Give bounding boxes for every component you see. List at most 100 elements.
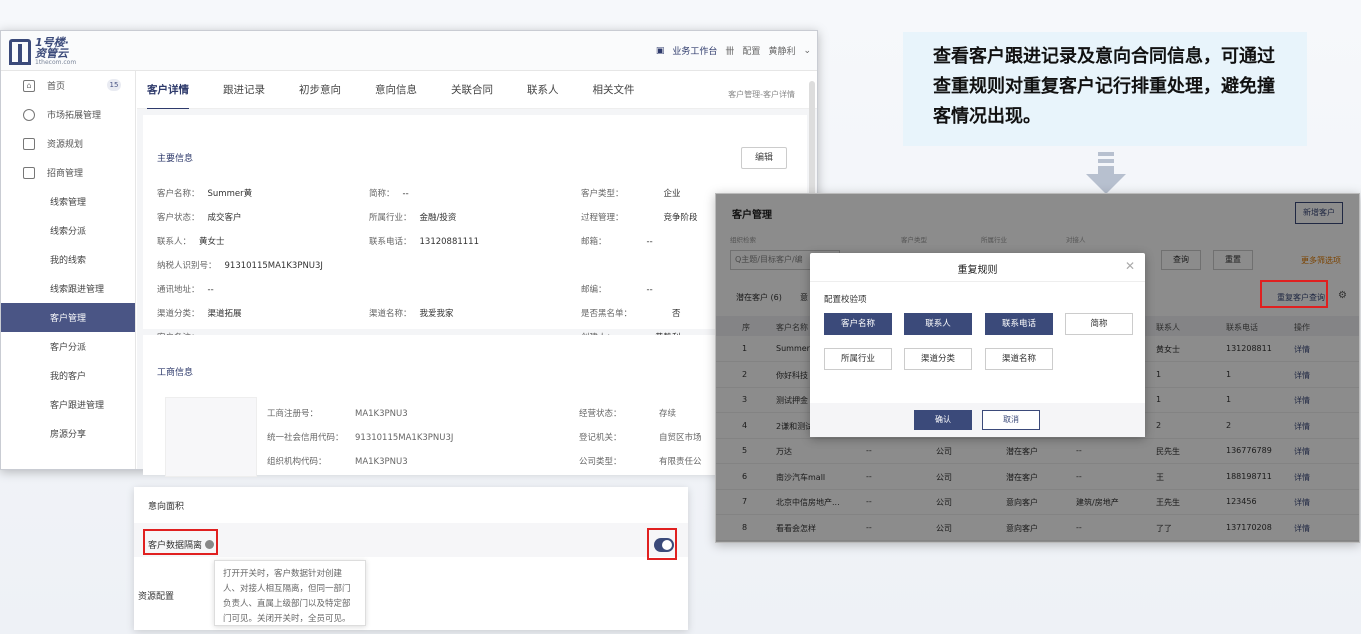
- sidebar-item-label: 市场拓展管理: [47, 111, 102, 121]
- cancel-button[interactable]: 取消: [982, 410, 1040, 430]
- field-value: 91310115MA1K3PNU3J: [355, 433, 454, 443]
- rule-chip[interactable]: 渠道名称: [985, 348, 1053, 370]
- config-link[interactable]: 配置: [742, 44, 760, 57]
- sidebar-subitem[interactable]: 客户跟进管理: [1, 390, 135, 419]
- duplicate-rule-modal: 重复规则 ✕ 配置校验项 客户名称 联系人 联系电话 简称 所属行业 渠道分类 渠道名称 确…: [810, 253, 1145, 437]
- field: 统一社会信用代码： 91310115MA1K3PNU3J: [267, 431, 453, 443]
- customer-detail-window: 1号楼· 资管云 1thecom.com ▣ 业务工作台 卌 配置 黄静利 ⌄ …: [0, 30, 818, 477]
- sidebar: ⌂ 首页 15 市场拓展管理 资源规划 招商管理 线索管理 线索分派 我的线索 线索跟进管…: [1, 71, 136, 469]
- field: 邮箱： --: [581, 235, 653, 247]
- field-value: 91310115MA1K3PNU3J: [224, 261, 323, 271]
- field-label: 邮编：: [581, 285, 607, 295]
- field-label: 联系人：: [157, 237, 192, 247]
- tab-1[interactable]: 跟进记录: [223, 71, 265, 109]
- rule-chip[interactable]: 联系电话: [985, 313, 1053, 335]
- rule-chip[interactable]: 简称: [1065, 313, 1133, 335]
- chevron-down-icon[interactable]: ⌄: [803, 46, 811, 56]
- arrow-down-icon: [1086, 152, 1126, 194]
- rule-chip[interactable]: 渠道分类: [904, 348, 972, 370]
- field-label: 过程管理：: [581, 213, 624, 223]
- field-value: 否: [672, 309, 681, 319]
- config-label: 配置校验项: [824, 295, 867, 305]
- field: 邮编： --: [581, 283, 653, 295]
- tab-0[interactable]: 客户详情: [147, 71, 189, 110]
- confirm-button[interactable]: 确认: [914, 410, 972, 430]
- sidebar-subitem[interactable]: 线索分派: [1, 216, 135, 245]
- field-label: 公司类型：: [579, 457, 622, 467]
- badge-count: 15: [107, 79, 121, 91]
- logo-mark-icon: [9, 38, 31, 65]
- field: 联系电话： 13120881111: [369, 235, 479, 247]
- field: 工商注册号： MA1K3PNU3: [267, 407, 408, 419]
- field-label: 客户名称：: [157, 189, 200, 199]
- field-label: 客户状态：: [157, 213, 200, 223]
- edit-button[interactable]: 编辑: [741, 147, 787, 169]
- field: 经营状态： 存续: [579, 407, 676, 419]
- sidebar-item-resource[interactable]: 资源规划: [1, 129, 135, 158]
- rule-chip[interactable]: 所属行业: [824, 348, 892, 370]
- top-bar: 1号楼· 资管云 1thecom.com ▣ 业务工作台 卌 配置 黄静利 ⌄: [1, 31, 817, 71]
- field-label: 客户类型：: [581, 189, 624, 199]
- sidebar-subitem[interactable]: 我的线索: [1, 245, 135, 274]
- field-value: MA1K3PNU3: [355, 409, 408, 419]
- highlight-box-duplicate: [1260, 280, 1328, 308]
- field: 渠道名称： 我爱我家: [369, 307, 454, 319]
- workbench-link[interactable]: 业务工作台: [672, 44, 717, 57]
- field: 纳税人识别号： 91310115MA1K3PNU3J: [157, 259, 323, 271]
- rule-chip[interactable]: 联系人: [904, 313, 972, 335]
- close-icon[interactable]: ✕: [1125, 259, 1135, 273]
- sidebar-subitem[interactable]: 客户管理: [1, 303, 135, 332]
- detail-tabs: 客户详情 跟进记录 初步意向 意向信息 关联合同 联系人 相关文件: [137, 71, 817, 110]
- sidebar-item-home[interactable]: ⌂ 首页 15: [1, 71, 135, 100]
- field-label: 渠道分类：: [157, 309, 200, 319]
- sidebar-item-label: 首页: [47, 82, 66, 92]
- tab-6[interactable]: 相关文件: [593, 71, 635, 109]
- field: 组织机构代码： MA1K3PNU3: [267, 455, 408, 467]
- field-label: 统一社会信用代码：: [267, 433, 344, 443]
- sidebar-item-investment[interactable]: 招商管理: [1, 158, 135, 187]
- field-label: 工商注册号：: [267, 409, 319, 419]
- sidebar-item-market[interactable]: 市场拓展管理: [1, 100, 135, 129]
- field-value: --: [646, 237, 653, 247]
- tab-4[interactable]: 关联合同: [451, 71, 493, 109]
- field-value: Summer黄: [207, 189, 253, 199]
- field-label: 经营状态：: [579, 409, 622, 419]
- field-label: 通讯地址：: [157, 285, 200, 295]
- area-label: 意向面积: [148, 502, 185, 512]
- rule-chip[interactable]: 客户名称: [824, 313, 892, 335]
- sidebar-subitem[interactable]: 线索跟进管理: [1, 274, 135, 303]
- field-value: 存续: [659, 409, 677, 419]
- field-label: 简称：: [369, 189, 395, 199]
- sidebar-subitem[interactable]: 我的客户: [1, 361, 135, 390]
- sidebar-subitem[interactable]: 房源分享: [1, 419, 135, 448]
- section-title-business: 工商信息: [157, 368, 194, 378]
- field: 过程管理： 竞争阶段: [581, 211, 698, 223]
- field: 所属行业： 金融/投资: [369, 211, 456, 223]
- sidebar-subitem[interactable]: 客户分派: [1, 332, 135, 361]
- field-value: MA1K3PNU3: [355, 457, 408, 467]
- field-value: 有限责任公: [659, 457, 702, 467]
- field-value: 渠道拓展: [207, 309, 242, 319]
- field: 客户类型： 企业: [581, 187, 681, 199]
- field-label: 登记机关：: [579, 433, 622, 443]
- chart-pie-icon: [23, 108, 35, 121]
- user-menu[interactable]: 黄静利: [768, 44, 795, 57]
- highlight-box-isolation: [143, 529, 218, 555]
- tab-3[interactable]: 意向信息: [375, 71, 417, 109]
- field-value: 金融/投资: [419, 213, 457, 223]
- field-value: 成交客户: [207, 213, 242, 223]
- sidebar-subitem[interactable]: 线索管理: [1, 187, 135, 216]
- tab-2[interactable]: 初步意向: [299, 71, 341, 109]
- field-value: --: [207, 285, 214, 295]
- main-info-card: 主要信息 编辑 客户名称： Summer黄 简称： -- 客户类型： 企业客户状态： 成交客…: [143, 115, 807, 343]
- field-value: --: [402, 189, 409, 199]
- breadcrumb: 客户管理-客户详情: [728, 90, 795, 99]
- tab-5[interactable]: 联系人: [527, 71, 559, 109]
- grid-icon[interactable]: 卌: [725, 44, 734, 57]
- field: 渠道分类： 渠道拓展: [157, 307, 242, 319]
- field-value: 黄女士: [199, 237, 225, 247]
- briefcase-icon[interactable]: ▣: [656, 46, 665, 56]
- isolation-tooltip: 打开开关时，客户数据针对创建人、对接人相互隔离，但同一部门负责人、直属上级部门以…: [214, 560, 366, 626]
- field-value: 自贸区市场: [659, 433, 702, 443]
- section-title-main: 主要信息: [157, 154, 194, 164]
